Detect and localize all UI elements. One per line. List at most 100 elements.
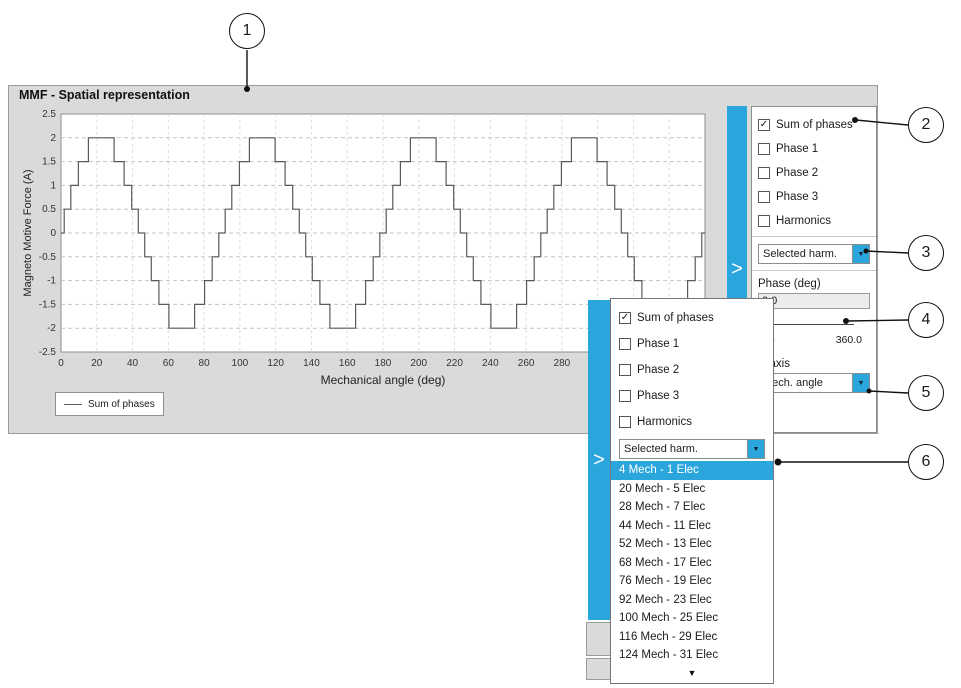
dropdown-arrow-button[interactable]: ▼ — [852, 245, 869, 263]
svg-text:240: 240 — [482, 358, 499, 369]
svg-text:80: 80 — [199, 358, 211, 369]
checkbox-box-icon: ✓ — [619, 312, 631, 324]
svg-text:-2: -2 — [47, 323, 56, 334]
popup-checkbox-harmonics[interactable]: Harmonics — [619, 409, 765, 435]
svg-text:160: 160 — [339, 358, 356, 369]
chevron-right-icon: > — [593, 449, 605, 472]
svg-text:220: 220 — [446, 358, 463, 369]
window-title: MMF - Spatial representation — [19, 88, 190, 102]
callout-5: 5 — [908, 375, 944, 411]
harmonics-list: 4 Mech - 1 Elec 20 Mech - 5 Elec 28 Mech… — [611, 461, 773, 683]
separator — [752, 270, 876, 271]
harmonics-list-item[interactable]: 124 Mech - 31 Elec — [611, 646, 773, 665]
svg-text:-0.5: -0.5 — [39, 252, 57, 263]
checkbox-phase-1[interactable]: Phase 1 — [758, 137, 870, 161]
popup-checkbox-phase-3[interactable]: Phase 3 — [619, 383, 765, 409]
popup-checkbox-sum-of-phases[interactable]: ✓ Sum of phases — [619, 305, 765, 331]
harmonics-list-item[interactable]: 116 Mech - 29 Elec — [611, 628, 773, 647]
harmonics-list-item[interactable]: 20 Mech - 5 Elec — [611, 480, 773, 499]
callout-4: 4 — [908, 302, 944, 338]
popup-harmonic-select-value: Selected harm. — [620, 443, 747, 455]
harmonics-list-item[interactable]: 68 Mech - 17 Elec — [611, 554, 773, 573]
callout-1: 1 — [229, 13, 265, 49]
checkbox-label: Phase 2 — [776, 167, 818, 179]
checkbox-label: Phase 2 — [637, 364, 679, 376]
checkbox-phase-3[interactable]: Phase 3 — [758, 185, 870, 209]
svg-text:260: 260 — [518, 358, 535, 369]
popup-harmonic-select[interactable]: Selected harm. ▼ — [619, 439, 765, 459]
harmonics-list-item[interactable]: 92 Mech - 23 Elec — [611, 591, 773, 610]
checkbox-phase-2[interactable]: Phase 2 — [758, 161, 870, 185]
checkbox-box-icon — [758, 215, 770, 227]
checkbox-label: Phase 3 — [776, 191, 818, 203]
svg-text:100: 100 — [232, 358, 249, 369]
harmonics-list-item[interactable]: 4 Mech - 1 Elec — [611, 461, 773, 480]
separator — [752, 236, 876, 237]
checkbox-box-icon — [619, 416, 631, 428]
harmonics-list-item[interactable]: 44 Mech - 11 Elec — [611, 517, 773, 536]
harmonics-list-item[interactable]: 76 Mech - 19 Elec — [611, 572, 773, 591]
phase-label: Phase (deg) — [758, 278, 870, 290]
checkbox-box-icon — [619, 364, 631, 376]
svg-text:40: 40 — [127, 358, 139, 369]
harmonics-popup: > ✓ Sum of phases Phase 1 Phase 2 Phase … — [586, 298, 786, 688]
callout-6: 6 — [908, 444, 944, 480]
chevron-down-icon: ▼ — [858, 251, 865, 258]
svg-text:2: 2 — [50, 133, 56, 144]
checkbox-box-icon — [758, 191, 770, 203]
checkbox-harmonics[interactable]: Harmonics — [758, 209, 870, 233]
popup-checkbox-phase-1[interactable]: Phase 1 — [619, 331, 765, 357]
svg-text:120: 120 — [267, 358, 284, 369]
dropdown-arrow-button[interactable]: ▼ — [747, 440, 764, 458]
svg-text:-1.5: -1.5 — [39, 299, 57, 310]
svg-text:0: 0 — [50, 228, 56, 239]
checkbox-label: Sum of phases — [776, 119, 853, 131]
checkbox-box-icon — [619, 390, 631, 402]
legend-line-sample — [64, 404, 82, 405]
svg-text:280: 280 — [554, 358, 571, 369]
svg-text:2.5: 2.5 — [42, 109, 56, 120]
svg-text:-1: -1 — [47, 276, 56, 287]
checkbox-sum-of-phases[interactable]: ✓ Sum of phases — [758, 113, 870, 137]
svg-text:0.5: 0.5 — [42, 204, 56, 215]
chevron-down-icon: ▼ — [753, 446, 760, 453]
chevron-down-icon: ▼ — [858, 380, 865, 387]
harmonic-select[interactable]: Selected harm. ▼ — [758, 244, 870, 264]
checkbox-label: Sum of phases — [637, 312, 714, 324]
svg-text:20: 20 — [91, 358, 103, 369]
harmonic-select-value: Selected harm. — [759, 248, 852, 260]
harmonics-list-item[interactable]: 100 Mech - 25 Elec — [611, 609, 773, 628]
checkbox-label: Harmonics — [637, 416, 692, 428]
x-axis-title: Mechanical angle (deg) — [321, 373, 446, 387]
callout-3: 3 — [908, 235, 944, 271]
popup-collapse-button[interactable]: > — [588, 300, 610, 620]
chart-legend: Sum of phases — [55, 392, 164, 416]
svg-text:1: 1 — [50, 180, 56, 191]
checkbox-box-icon — [758, 167, 770, 179]
svg-text:60: 60 — [163, 358, 175, 369]
popup-panel: ✓ Sum of phases Phase 1 Phase 2 Phase 3 … — [610, 298, 774, 684]
checkbox-box-icon: ✓ — [758, 119, 770, 131]
checkbox-box-icon — [758, 143, 770, 155]
harmonics-list-item[interactable]: 28 Mech - 7 Elec — [611, 498, 773, 517]
dropdown-arrow-button[interactable]: ▼ — [852, 374, 869, 392]
popup-checkbox-phase-2[interactable]: Phase 2 — [619, 357, 765, 383]
checkbox-label: Phase 1 — [637, 338, 679, 350]
svg-text:180: 180 — [375, 358, 392, 369]
svg-text:-2.5: -2.5 — [39, 347, 57, 358]
svg-text:0: 0 — [58, 358, 64, 369]
svg-text:140: 140 — [303, 358, 320, 369]
svg-text:1.5: 1.5 — [42, 157, 56, 168]
slider-max-label: 360.0 — [836, 334, 862, 346]
checkbox-box-icon — [619, 338, 631, 350]
y-axis-title: Magneto Motive Force (A) — [22, 169, 34, 296]
popup-controls: ✓ Sum of phases Phase 1 Phase 2 Phase 3 … — [611, 299, 773, 459]
callout-2: 2 — [908, 107, 944, 143]
svg-text:200: 200 — [410, 358, 427, 369]
checkbox-label: Phase 3 — [637, 390, 679, 402]
chevron-right-icon: > — [731, 258, 743, 281]
checkbox-label: Phase 1 — [776, 143, 818, 155]
checkbox-label: Harmonics — [776, 215, 831, 227]
scroll-down-icon[interactable]: ▼ — [611, 665, 773, 683]
harmonics-list-item[interactable]: 52 Mech - 13 Elec — [611, 535, 773, 554]
